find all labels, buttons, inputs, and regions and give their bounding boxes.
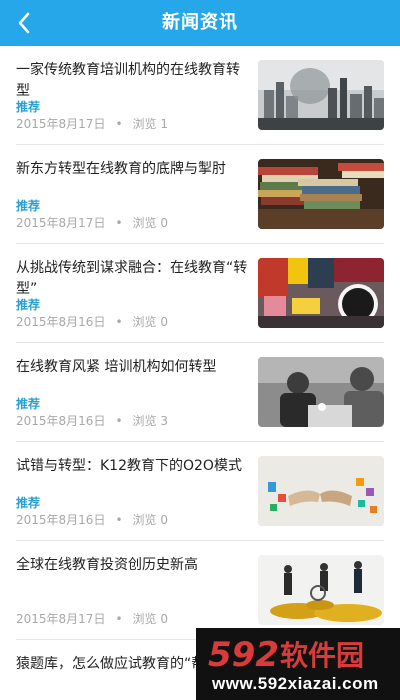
recommend-tag: 推荐 [16,397,41,411]
separator-dot: • [115,513,123,527]
watermark-url: www.592xiazai.com [212,674,379,693]
news-date: 2015年8月17日 [16,117,106,131]
separator-dot: • [115,117,123,131]
news-meta: 2015年8月17日 • 浏览 1 [16,115,168,132]
street-signs-thumbnail[interactable] [258,258,384,328]
news-date: 2015年8月17日 [16,216,106,230]
news-list: 一家传统教育培训机构的在线教育转型 推荐 2015年8月17日 • 浏览 1 新… [0,46,400,700]
news-views: 浏览 0 [132,612,168,626]
separator-dot: • [115,612,123,626]
watermark-logo: 592 软件园 www.592xiazai.com [196,628,400,700]
news-item[interactable]: 试错与转型：K12教育下的O2O模式 推荐 2015年8月16日 • 浏览 0 [16,442,384,541]
news-app-screen: 新闻资讯 一家传统教育培训机构的在线教育转型 推荐 2015年8月17日 • 浏览 … [0,0,400,700]
news-item[interactable]: 从挑战传统到谋求融合：在线教育“转型” 推荐 2015年8月16日 • 浏览 0 [16,244,384,343]
news-item[interactable]: 全球在线教育投资创历史新高 2015年8月17日 • 浏览 0 [16,541,384,640]
meeting-people-thumbnail[interactable] [258,357,384,427]
svg-text:软件园: 软件园 [280,639,364,672]
recommend-tag: 推荐 [16,199,41,213]
news-item[interactable]: 一家传统教育培训机构的在线教育转型 推荐 2015年8月17日 • 浏览 1 [16,46,384,145]
news-title: 从挑战传统到谋求融合：在线教育“转型” [16,260,248,297]
news-meta: 2015年8月17日 • 浏览 0 [16,214,168,231]
news-views: 浏览 3 [132,414,168,428]
news-meta: 2015年8月16日 • 浏览 0 [16,313,168,330]
news-date: 2015年8月17日 [16,612,106,626]
news-date: 2015年8月16日 [16,315,106,329]
recommend-tag: 推荐 [16,100,41,114]
separator-dot: • [115,216,123,230]
news-title: 在线教育风紧 培训机构如何转型 [16,359,217,375]
recommend-tag: 推荐 [16,496,41,510]
separator-dot: • [115,315,123,329]
news-meta: 2015年8月17日 • 浏览 0 [16,610,168,627]
news-title: 全球在线教育投资创历史新高 [16,557,198,573]
news-meta: 2015年8月16日 • 浏览 0 [16,511,168,528]
city-skyline-thumbnail[interactable] [258,60,384,130]
handshake-apps-thumbnail[interactable] [258,456,384,526]
news-views: 浏览 1 [132,117,168,131]
news-meta: 2015年8月16日 • 浏览 3 [16,412,168,429]
news-title: 新东方转型在线教育的底牌与掣肘 [16,161,226,177]
news-date: 2015年8月16日 [16,414,106,428]
page-title: 新闻资讯 [162,12,238,33]
news-views: 浏览 0 [132,315,168,329]
separator-dot: • [115,414,123,428]
news-title: 试错与转型：K12教育下的O2O模式 [16,458,242,474]
news-views: 浏览 0 [132,513,168,527]
watermark-logo-image: 592 软件园 [208,635,364,674]
news-item[interactable]: 在线教育风紧 培训机构如何转型 推荐 2015年8月16日 • 浏览 3 [16,343,384,442]
top-bar: 新闻资讯 [0,0,400,46]
news-date: 2015年8月16日 [16,513,106,527]
businessmen-coins-thumbnail[interactable] [258,555,384,625]
news-title: 一家传统教育培训机构的在线教育转型 [16,62,240,99]
news-views: 浏览 0 [132,216,168,230]
svg-text:592: 592 [208,635,279,674]
recommend-tag: 推荐 [16,298,41,312]
book-stacks-thumbnail[interactable] [258,159,384,229]
news-item[interactable]: 新东方转型在线教育的底牌与掣肘 推荐 2015年8月17日 • 浏览 0 [16,145,384,244]
